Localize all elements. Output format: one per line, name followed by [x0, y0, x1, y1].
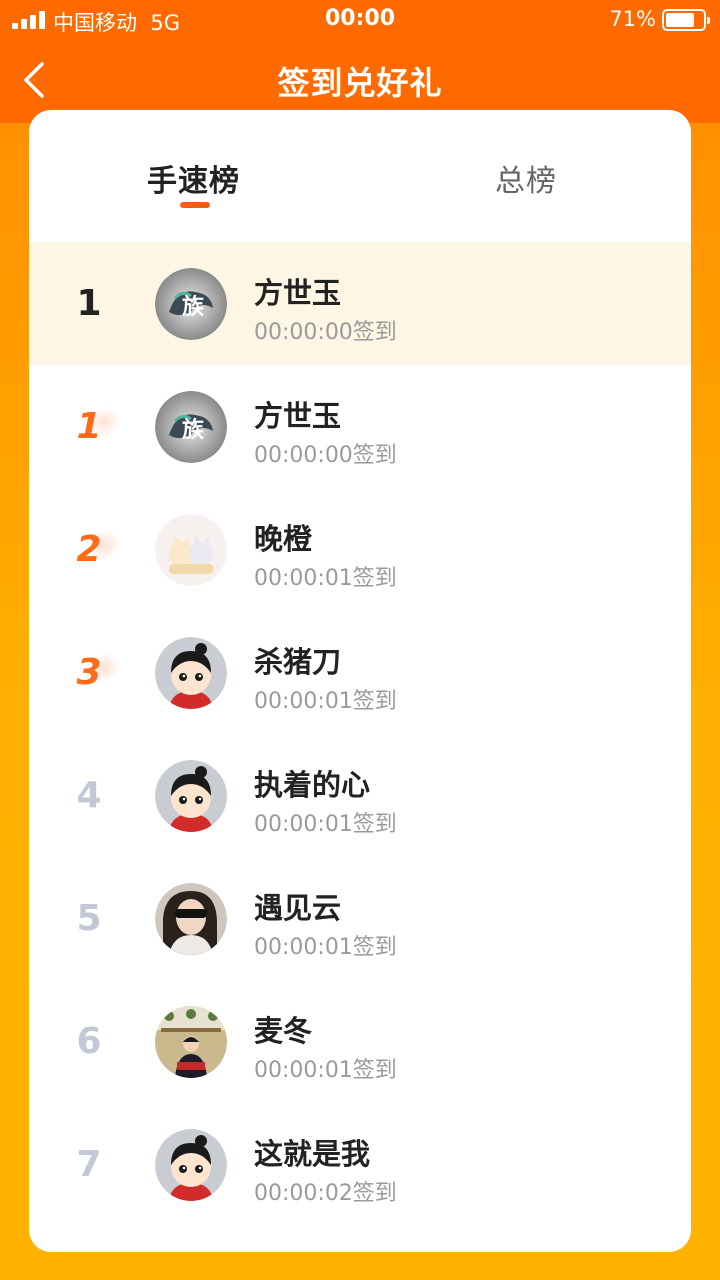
active-tab-indicator: [180, 202, 210, 208]
rank-number: 4: [76, 775, 102, 816]
list-item[interactable]: 7 这就是我 00:00:02签到: [29, 1103, 691, 1226]
checkin-time: 00:00:00签到: [254, 443, 397, 468]
tab-bar: 手速榜 总榜: [29, 110, 691, 242]
checkin-time: 00:00:01签到: [254, 935, 397, 960]
avatar[interactable]: [155, 1006, 227, 1078]
user-name: 杀猪刀: [254, 645, 342, 679]
rank-number: 1: [76, 283, 102, 324]
list-item[interactable]: 2 晚橙 00:00:01签到: [29, 488, 691, 611]
my-rank-row: 1 族 方世玉 00:00:00签到: [29, 242, 691, 365]
rank-number: 1: [59, 365, 119, 488]
rank-number: 7: [76, 1144, 102, 1185]
list-item[interactable]: 5 遇见云 00:00:01签到: [29, 857, 691, 980]
battery-percent: 71%: [609, 7, 656, 31]
ranking-list: 1 族 方世玉 00:00:00签到 2 晚橙 00:00:01签到 3 杀猪刀…: [29, 365, 691, 1226]
user-name: 麦冬: [254, 1014, 313, 1048]
avatar[interactable]: 族: [155, 391, 227, 463]
checkin-time: 00:00:01签到: [254, 689, 397, 714]
list-item[interactable]: 4 执着的心 00:00:01签到: [29, 734, 691, 857]
avatar[interactable]: [155, 514, 227, 586]
user-name: 执着的心: [254, 768, 371, 802]
status-bar: 中国移动 5G 00:00 71%: [0, 0, 720, 40]
avatar[interactable]: 族: [155, 268, 227, 340]
user-name: 遇见云: [254, 891, 342, 925]
list-item[interactable]: 6 麦冬 00:00:01签到: [29, 980, 691, 1103]
user-name: 这就是我: [254, 1137, 371, 1171]
avatar[interactable]: [155, 883, 227, 955]
nav-bar: 签到兑好礼: [0, 40, 720, 120]
tab-speed-ranking[interactable]: 手速榜: [147, 156, 240, 200]
svg-text:族: 族: [182, 294, 205, 320]
user-name: 方世玉: [254, 276, 342, 310]
list-item[interactable]: 1 族 方世玉 00:00:00签到: [29, 365, 691, 488]
user-name: 方世玉: [254, 399, 342, 433]
rank-number: 6: [76, 1021, 102, 1062]
checkin-time: 00:00:01签到: [254, 566, 397, 591]
checkin-time: 00:00:01签到: [254, 1058, 397, 1083]
list-item[interactable]: 3 杀猪刀 00:00:01签到: [29, 611, 691, 734]
rank-number: 5: [76, 898, 102, 939]
svg-text:族: 族: [182, 417, 205, 443]
checkin-time: 00:00:01签到: [254, 812, 397, 837]
ranking-card: 手速榜 总榜 1 族 方世玉 00:00:00签到 1 族 方世玉 00:00:…: [29, 110, 691, 1252]
battery-icon: [662, 9, 710, 31]
checkin-time: 00:00:02签到: [254, 1181, 397, 1206]
avatar[interactable]: [155, 760, 227, 832]
page-title: 签到兑好礼: [277, 64, 443, 102]
rank-number: 2: [59, 488, 119, 611]
tab-overall-ranking[interactable]: 总榜: [495, 156, 557, 200]
checkin-time: 00:00:00签到: [254, 320, 397, 345]
user-name: 晚橙: [254, 522, 313, 556]
avatar[interactable]: [155, 1129, 227, 1201]
rank-number: 3: [59, 611, 119, 734]
avatar[interactable]: [155, 637, 227, 709]
